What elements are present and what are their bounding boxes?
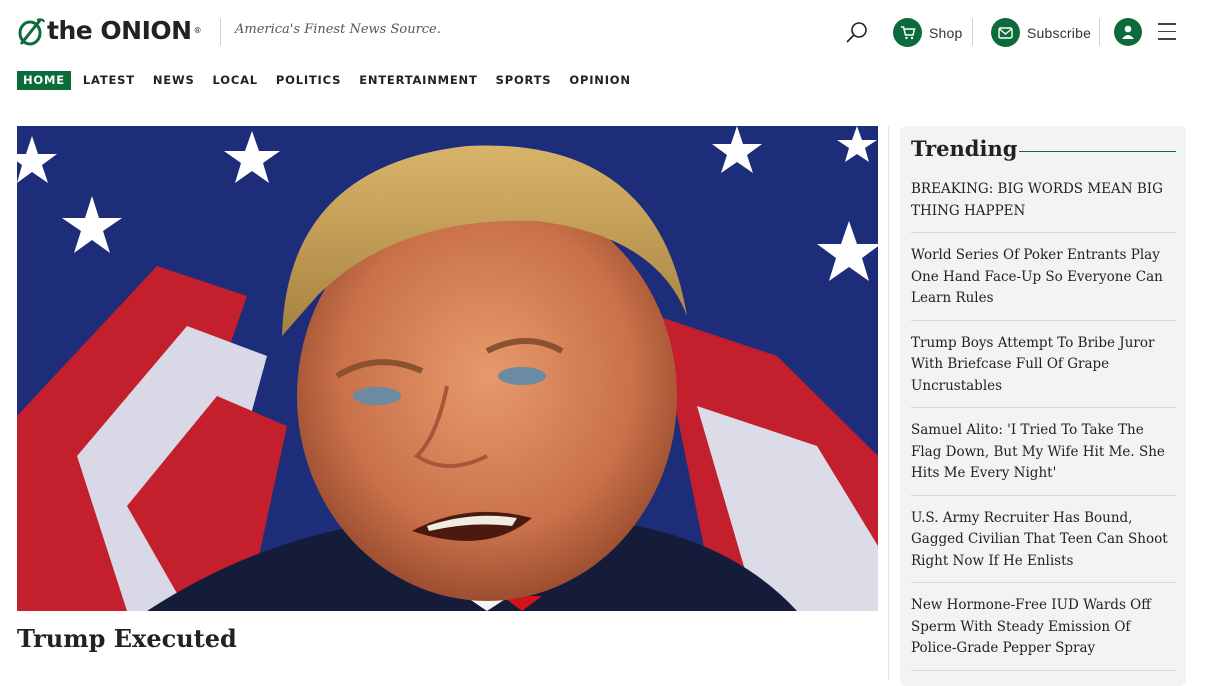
hero-headline[interactable]: Trump Executed	[17, 624, 237, 653]
mail-icon	[991, 18, 1020, 47]
site-logo[interactable]: the ONION ®	[17, 14, 202, 48]
cart-icon	[893, 18, 922, 47]
subscribe-label: Subscribe	[1027, 24, 1092, 41]
trending-item[interactable]: Trump Boys Attempt To Bribe Juror With B…	[911, 332, 1176, 408]
nav-item-entertainment[interactable]: ENTERTAINMENT	[353, 71, 483, 90]
nav-item-news[interactable]: NEWS	[147, 71, 201, 90]
nav-item-latest[interactable]: LATEST	[77, 71, 141, 90]
trending-item[interactable]: BREAKING: BIG WORDS MEAN BIG THING HAPPE…	[911, 178, 1176, 233]
registered-mark: ®	[193, 26, 202, 35]
trending-item[interactable]: U.S. Army Recruiter Has Bound, Gagged Ci…	[911, 507, 1176, 583]
subscribe-button[interactable]: Subscribe	[991, 18, 1091, 47]
trending-list: BREAKING: BIG WORDS MEAN BIG THING HAPPE…	[911, 178, 1176, 682]
trending-item[interactable]: New Hormone-Free IUD Wards Off Sperm Wit…	[911, 594, 1176, 671]
header-divider	[972, 18, 973, 46]
site-header: the ONION ® America's Finest News Source.…	[0, 0, 1217, 64]
hero-image[interactable]	[17, 126, 878, 611]
trending-item[interactable]: World Series Of Poker Entrants Play One …	[911, 244, 1176, 321]
hamburger-menu-icon[interactable]	[1158, 23, 1176, 41]
column-divider	[888, 126, 889, 680]
trending-item[interactable]: Samuel Alito: 'I Tried To Take The Flag …	[911, 419, 1176, 496]
site-tagline: America's Finest News Source.	[235, 22, 441, 37]
nav-item-home[interactable]: HOME	[17, 71, 71, 90]
trending-rule	[1019, 151, 1176, 152]
header-divider	[220, 18, 221, 46]
shop-label: Shop	[929, 24, 963, 41]
trending-panel: Trending BREAKING: BIG WORDS MEAN BIG TH…	[900, 126, 1186, 686]
primary-nav: HOME LATEST NEWS LOCAL POLITICS ENTERTAI…	[17, 71, 643, 90]
user-icon[interactable]	[1114, 18, 1142, 46]
nav-item-opinion[interactable]: OPINION	[563, 71, 636, 90]
nav-item-local[interactable]: LOCAL	[207, 71, 264, 90]
logo-wordmark: the ONION	[47, 16, 192, 45]
nav-item-politics[interactable]: POLITICS	[270, 71, 347, 90]
trending-title: Trending	[911, 136, 1018, 161]
search-icon[interactable]	[844, 20, 870, 46]
header-divider	[1099, 18, 1100, 46]
onion-logo-icon	[18, 18, 45, 46]
shop-button[interactable]: Shop	[893, 18, 963, 47]
nav-item-sports[interactable]: SPORTS	[490, 71, 558, 90]
